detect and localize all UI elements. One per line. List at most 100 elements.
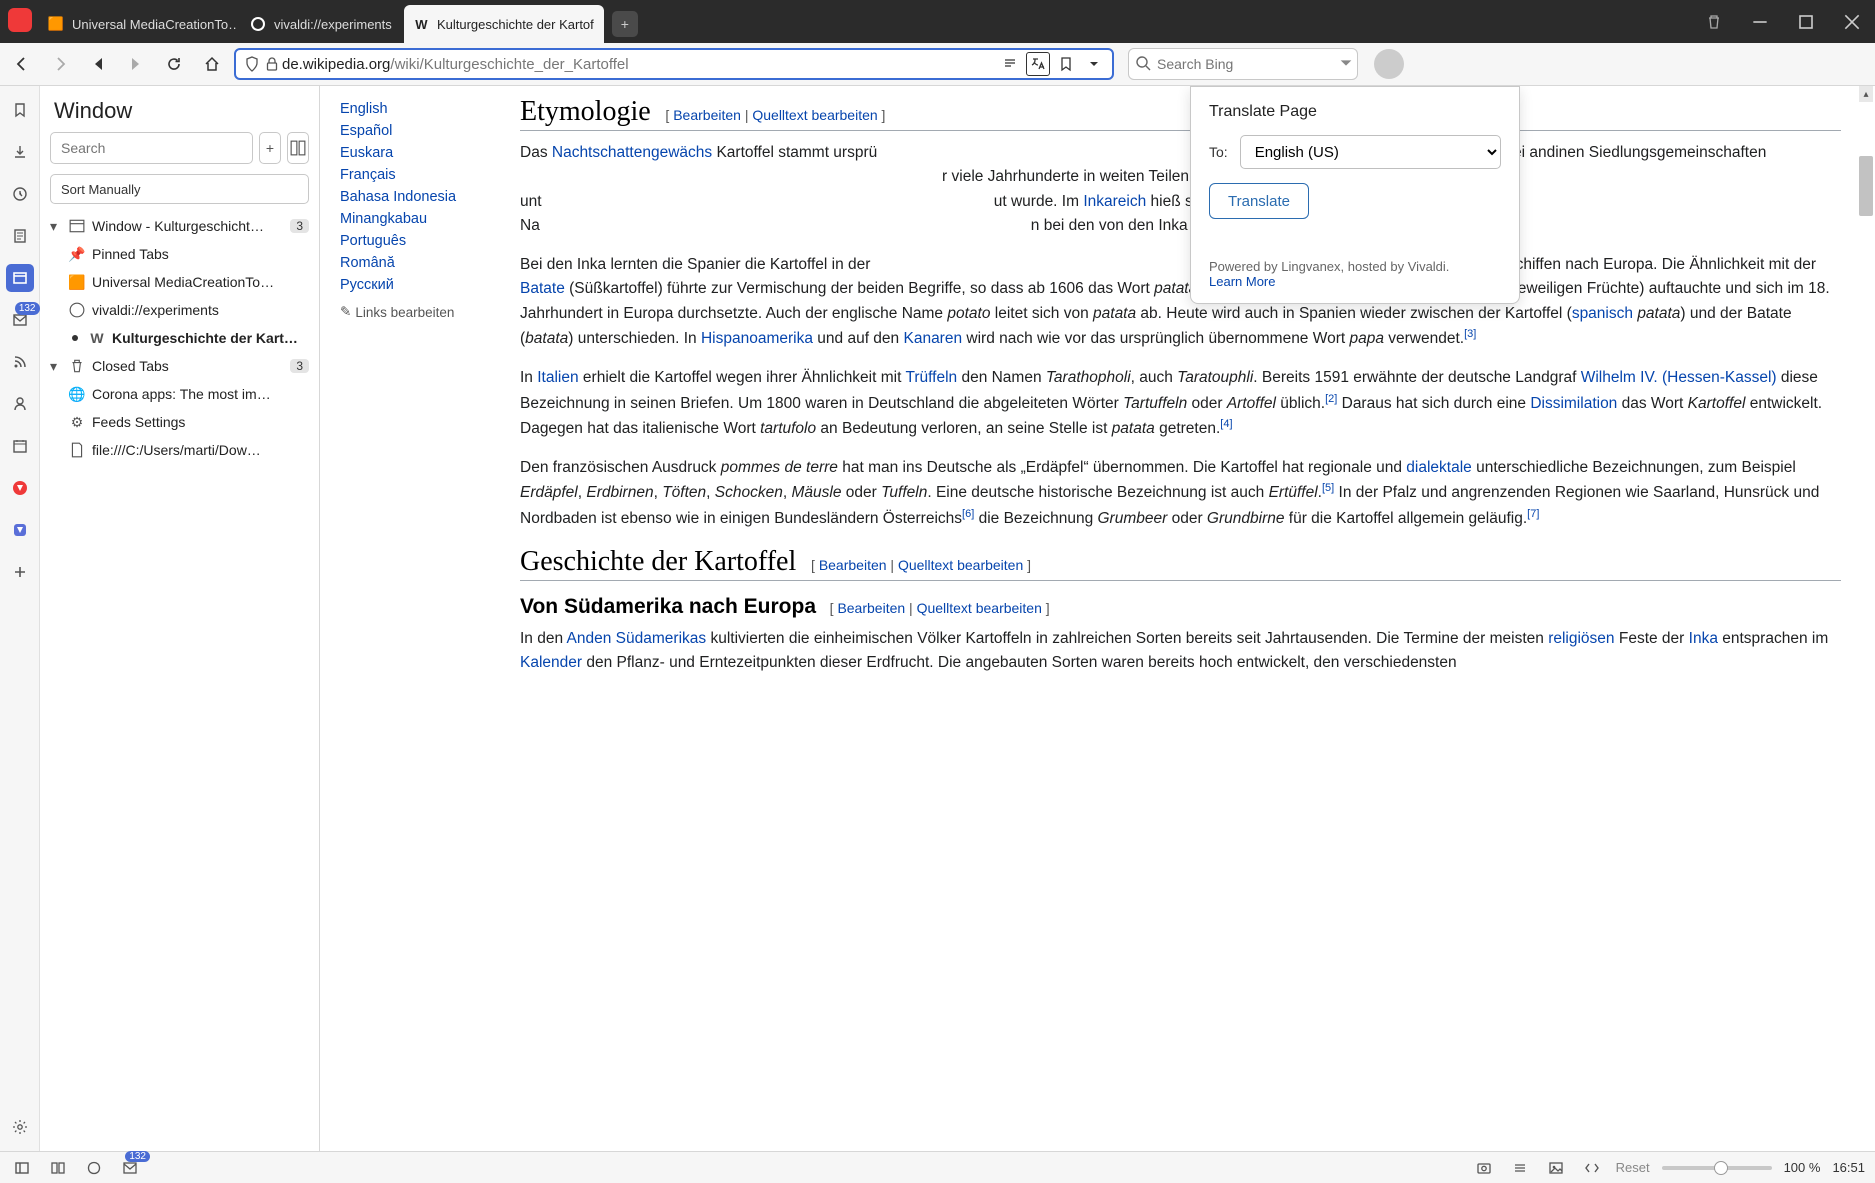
bookmarks-panel-icon[interactable] bbox=[6, 96, 34, 124]
search-input[interactable] bbox=[1157, 56, 1338, 72]
edit-source-link[interactable]: Quelltext bearbeiten bbox=[752, 107, 877, 123]
contacts-panel-icon[interactable] bbox=[6, 390, 34, 418]
rewind-button[interactable] bbox=[82, 48, 114, 80]
clock[interactable]: 16:51 bbox=[1832, 1160, 1865, 1175]
wiki-link[interactable]: Dissimilation bbox=[1530, 395, 1617, 412]
lang-link[interactable]: Español bbox=[340, 120, 500, 142]
wiki-link[interactable]: Italien bbox=[537, 369, 578, 386]
wiki-link[interactable]: Trüffeln bbox=[905, 369, 957, 386]
history-panel-icon[interactable] bbox=[6, 180, 34, 208]
image-toggle-icon[interactable] bbox=[1544, 1156, 1568, 1180]
panel-search-input[interactable] bbox=[50, 132, 253, 164]
tree-window-group[interactable]: ▾ Window - Kulturgeschicht… 3 bbox=[46, 212, 313, 240]
edit-link[interactable]: Bearbeiten bbox=[819, 557, 887, 573]
scroll-thumb[interactable] bbox=[1859, 156, 1873, 216]
shield-icon[interactable] bbox=[242, 56, 262, 72]
lang-link[interactable]: Français bbox=[340, 164, 500, 186]
calendar-panel-icon[interactable] bbox=[6, 432, 34, 460]
tab-3-active[interactable]: W Kulturgeschichte der Kartof bbox=[404, 5, 604, 43]
url-field[interactable]: de.wikipedia.org/wiki/Kulturgeschichte_d… bbox=[234, 48, 1114, 80]
tree-pinned-tabs[interactable]: 📌 Pinned Tabs bbox=[46, 240, 313, 268]
wiki-link[interactable]: Wilhelm IV. (Hessen-Kassel) bbox=[1581, 369, 1777, 386]
ref-link[interactable]: [2] bbox=[1325, 393, 1337, 405]
scroll-up-arrow[interactable]: ▴ bbox=[1859, 86, 1873, 102]
address-dropdown-icon[interactable] bbox=[1082, 52, 1106, 76]
web-panel-icon[interactable] bbox=[6, 516, 34, 544]
add-panel-icon[interactable] bbox=[6, 558, 34, 586]
tree-tab-item[interactable]: 🟧 Universal MediaCreationTo… bbox=[46, 268, 313, 296]
translate-icon[interactable] bbox=[1026, 52, 1050, 76]
translate-language-select[interactable]: English (US) bbox=[1240, 135, 1501, 169]
edit-source-link[interactable]: Quelltext bearbeiten bbox=[898, 557, 1023, 573]
tab-1[interactable]: 🟧 Universal MediaCreationTo… bbox=[38, 5, 238, 43]
downloads-panel-icon[interactable] bbox=[6, 138, 34, 166]
ref-link[interactable]: [7] bbox=[1527, 508, 1539, 520]
closed-tabs-trash-icon[interactable] bbox=[1691, 0, 1737, 43]
home-button[interactable] bbox=[196, 48, 228, 80]
wiki-link[interactable]: Inkareich bbox=[1083, 193, 1146, 210]
zoom-reset[interactable]: Reset bbox=[1616, 1160, 1650, 1175]
panel-add-button[interactable]: + bbox=[259, 132, 281, 164]
tiling-icon[interactable] bbox=[46, 1156, 70, 1180]
edit-source-link[interactable]: Quelltext bearbeiten bbox=[917, 600, 1042, 616]
ref-link[interactable]: [5] bbox=[1322, 482, 1334, 494]
lock-icon[interactable] bbox=[262, 56, 282, 72]
lang-link[interactable]: Minangkabau bbox=[340, 208, 500, 230]
edit-link[interactable]: Bearbeiten bbox=[673, 107, 741, 123]
bookmark-icon[interactable] bbox=[1054, 52, 1078, 76]
wiki-link[interactable]: religiösen bbox=[1548, 630, 1614, 647]
lang-link[interactable]: Русский bbox=[340, 274, 500, 296]
window-panel-icon[interactable] bbox=[6, 264, 34, 292]
page-actions-icon[interactable] bbox=[1508, 1156, 1532, 1180]
panel-toggle-icon[interactable] bbox=[10, 1156, 34, 1180]
ref-link[interactable]: [3] bbox=[1464, 328, 1476, 340]
tree-closed-item[interactable]: 🌐 Corona apps: The most im… bbox=[46, 380, 313, 408]
ref-link[interactable]: [6] bbox=[962, 508, 974, 520]
translate-button[interactable]: Translate bbox=[1209, 183, 1309, 219]
fast-forward-button[interactable] bbox=[120, 48, 152, 80]
minimize-button[interactable] bbox=[1737, 0, 1783, 43]
notes-panel-icon[interactable] bbox=[6, 222, 34, 250]
wiki-link[interactable]: Hispanoamerika bbox=[701, 331, 813, 348]
sort-dropdown[interactable]: Sort Manually bbox=[50, 174, 309, 204]
back-button[interactable] bbox=[6, 48, 38, 80]
lang-link[interactable]: Română bbox=[340, 252, 500, 274]
lang-link[interactable]: Bahasa Indonesia bbox=[340, 186, 500, 208]
tree-tab-item-active[interactable]: W Kulturgeschichte der Kart… bbox=[46, 324, 313, 352]
new-tab-button[interactable]: + bbox=[612, 11, 638, 37]
vivaldi-menu-button[interactable] bbox=[8, 8, 32, 32]
edit-link[interactable]: Bearbeiten bbox=[837, 600, 905, 616]
wiki-link[interactable]: Kanaren bbox=[903, 331, 962, 348]
tree-closed-item[interactable]: ⚙ Feeds Settings bbox=[46, 408, 313, 436]
settings-icon[interactable] bbox=[6, 1113, 34, 1141]
tab-2[interactable]: vivaldi://experiments bbox=[240, 5, 402, 43]
forward-button[interactable] bbox=[44, 48, 76, 80]
lang-link[interactable]: English bbox=[340, 98, 500, 120]
lang-link[interactable]: Euskara bbox=[340, 142, 500, 164]
mail-panel-icon[interactable]: 132 bbox=[6, 306, 34, 334]
wiki-link[interactable]: Inka bbox=[1689, 630, 1718, 647]
zoom-slider[interactable] bbox=[1662, 1166, 1772, 1170]
vertical-scrollbar[interactable]: ▴ bbox=[1859, 86, 1873, 1151]
search-field[interactable] bbox=[1128, 48, 1358, 80]
panel-layout-button[interactable] bbox=[287, 132, 309, 164]
wiki-link[interactable]: Nachtschattengewächs bbox=[552, 144, 712, 161]
mail-status-icon[interactable]: 132 bbox=[118, 1156, 142, 1180]
wiki-link[interactable]: Kalender bbox=[520, 654, 582, 671]
sync-icon[interactable] bbox=[82, 1156, 106, 1180]
maximize-button[interactable] bbox=[1783, 0, 1829, 43]
wiki-link[interactable]: dialektale bbox=[1406, 459, 1472, 476]
tree-tab-item[interactable]: vivaldi://experiments bbox=[46, 296, 313, 324]
reader-mode-icon[interactable] bbox=[998, 52, 1022, 76]
tree-closed-item[interactable]: file:///C:/Users/marti/Dow… bbox=[46, 436, 313, 464]
wiki-link[interactable]: Batate bbox=[520, 280, 565, 297]
ref-link[interactable]: [4] bbox=[1220, 418, 1232, 430]
wiki-link[interactable]: Anden Südamerikas bbox=[567, 630, 707, 647]
profile-avatar[interactable] bbox=[1374, 49, 1404, 79]
vivaldi-web-panel-icon[interactable] bbox=[6, 474, 34, 502]
lang-link[interactable]: Português bbox=[340, 230, 500, 252]
wiki-link[interactable]: spanisch bbox=[1572, 305, 1633, 322]
feeds-panel-icon[interactable] bbox=[6, 348, 34, 376]
search-dropdown-icon[interactable] bbox=[1338, 55, 1354, 74]
close-button[interactable] bbox=[1829, 0, 1875, 43]
